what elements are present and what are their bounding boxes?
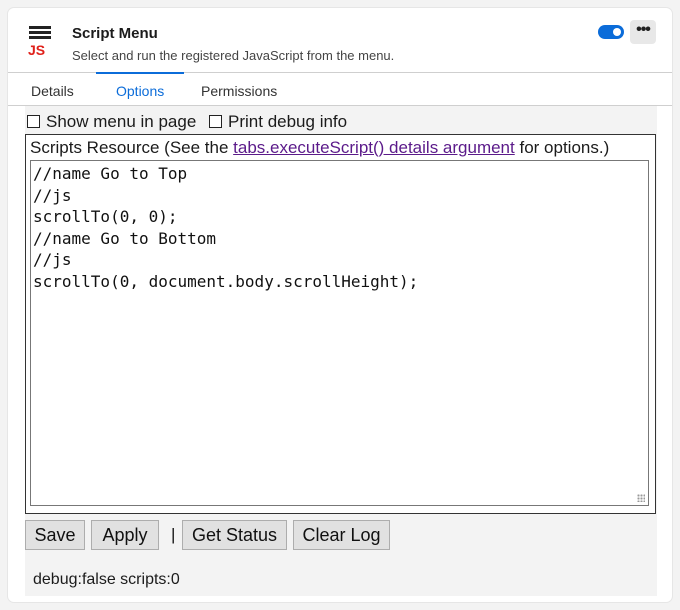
show-menu-checkbox[interactable] bbox=[27, 115, 40, 128]
execute-script-docs-link[interactable]: tabs.executeScript() details argument bbox=[233, 138, 515, 157]
show-menu-label: Show menu in page bbox=[46, 112, 197, 131]
more-options-button[interactable]: ••• bbox=[630, 20, 656, 44]
status-text: debug:false scripts:0 bbox=[33, 571, 180, 588]
tab-bar: Details Options Permissions bbox=[8, 72, 672, 105]
get-status-button[interactable]: Get Status bbox=[182, 520, 287, 550]
active-tab-indicator bbox=[96, 72, 184, 74]
options-panel: Show menu in page Print debug info Scrip… bbox=[25, 106, 657, 596]
script-menu-logo-icon: JS bbox=[28, 26, 52, 58]
legend-prefix: Scripts Resource (See the bbox=[30, 138, 234, 157]
tab-options[interactable]: Options bbox=[116, 83, 164, 99]
scripts-textarea[interactable]: //name Go to Top //js scrollTo(0, 0); //… bbox=[30, 160, 649, 506]
tab-details[interactable]: Details bbox=[31, 83, 74, 99]
extension-enable-toggle[interactable] bbox=[598, 25, 624, 39]
more-icon: ••• bbox=[636, 21, 651, 38]
tab-permissions[interactable]: Permissions bbox=[201, 83, 277, 99]
resize-handle-icon[interactable] bbox=[637, 494, 645, 502]
save-button[interactable]: Save bbox=[25, 520, 85, 550]
extension-header: JS Script Menu Select and run the regist… bbox=[8, 8, 672, 72]
print-debug-label: Print debug info bbox=[228, 112, 348, 131]
scripts-resource-legend: Scripts Resource (See the tabs.executeSc… bbox=[30, 138, 609, 158]
logo-js-text: JS bbox=[28, 42, 46, 58]
scripts-resource-fieldset: Scripts Resource (See the tabs.executeSc… bbox=[25, 134, 656, 514]
action-buttons: Save Apply | Get Status Clear Log bbox=[25, 520, 657, 550]
extension-description: Select and run the registered JavaScript… bbox=[72, 48, 395, 63]
options-row: Show menu in page Print debug info bbox=[27, 112, 355, 132]
button-separator: | bbox=[171, 525, 176, 544]
extension-title: Script Menu bbox=[72, 25, 158, 42]
print-debug-checkbox[interactable] bbox=[209, 115, 223, 128]
legend-suffix: for options.) bbox=[514, 138, 610, 157]
clear-log-button[interactable]: Clear Log bbox=[293, 520, 390, 550]
scripts-content: //name Go to Top //js scrollTo(0, 0); //… bbox=[33, 164, 419, 291]
apply-button[interactable]: Apply bbox=[91, 520, 159, 550]
options-page: JS Script Menu Select and run the regist… bbox=[8, 8, 672, 602]
toggle-knob bbox=[613, 28, 621, 36]
